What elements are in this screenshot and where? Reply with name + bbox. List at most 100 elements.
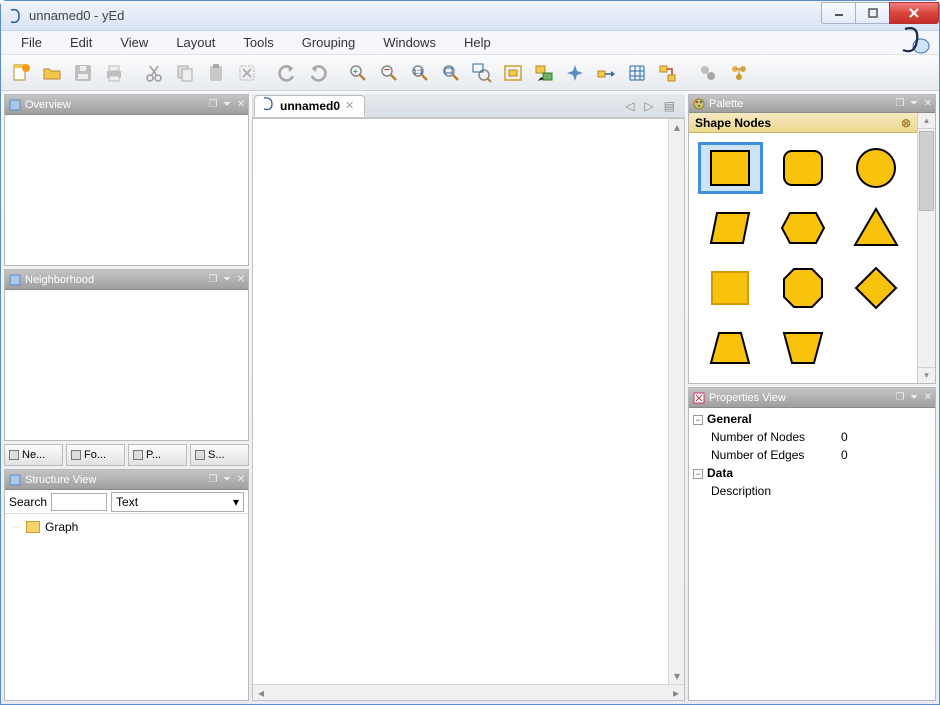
print-icon[interactable] — [100, 59, 128, 87]
shape-round-rectangle[interactable] — [774, 145, 833, 191]
menu-edit[interactable]: Edit — [58, 31, 104, 54]
shape-trapezoid-inverted[interactable] — [774, 325, 833, 371]
shape-parallelogram[interactable] — [701, 205, 760, 251]
next-tab-icon[interactable]: ▷ — [644, 99, 653, 113]
layout-apply-icon[interactable] — [725, 59, 753, 87]
shape-hexagon[interactable] — [774, 205, 833, 251]
structure-search-type-select[interactable]: Text ▾ — [111, 492, 244, 512]
menu-help[interactable]: Help — [452, 31, 503, 54]
cut-icon[interactable] — [140, 59, 168, 87]
graph-canvas[interactable]: ▴ ▾ ◂ ▸ — [252, 118, 685, 701]
left-tab-s[interactable]: S... — [190, 444, 249, 466]
window-minimize-button[interactable] — [821, 2, 855, 24]
tree-root-item[interactable]: ⋯ Graph — [11, 520, 242, 534]
fit-selection-icon[interactable] — [499, 59, 527, 87]
left-tab-p[interactable]: P... — [128, 444, 187, 466]
menu-windows[interactable]: Windows — [371, 31, 448, 54]
prop-group-general[interactable]: −General — [693, 410, 931, 428]
close-tab-icon[interactable]: ✕ — [345, 99, 354, 112]
scroll-down-icon[interactable]: ▾ — [669, 668, 685, 684]
shape-square-bevel[interactable] — [701, 265, 760, 311]
redo-icon[interactable] — [304, 59, 332, 87]
vertical-scrollbar[interactable]: ▴ ▾ — [668, 119, 684, 684]
window-maximize-button[interactable] — [855, 2, 889, 24]
collapse-icon[interactable]: − — [693, 469, 703, 479]
properties-header[interactable]: Properties View ❐ ⏷ ✕ — [689, 388, 935, 408]
panel-undock-icon[interactable]: ❐ — [206, 473, 220, 487]
zoom-out-icon[interactable]: − — [375, 59, 403, 87]
shape-ellipse[interactable] — [846, 145, 905, 191]
copy-icon[interactable] — [171, 59, 199, 87]
palette-icon — [693, 98, 705, 110]
structure-search-input[interactable] — [51, 493, 107, 511]
grid-icon[interactable] — [623, 59, 651, 87]
orthogonal-icon[interactable] — [654, 59, 682, 87]
shape-diamond[interactable] — [846, 265, 905, 311]
snap-icon[interactable] — [592, 59, 620, 87]
prop-group-data[interactable]: −Data — [693, 464, 931, 482]
zoom-area-icon[interactable] — [437, 59, 465, 87]
collapse-icon[interactable]: − — [693, 415, 703, 425]
palette-section-header[interactable]: Shape Nodes ⊗ — [689, 113, 917, 133]
prev-tab-icon[interactable]: ◁ — [625, 99, 634, 113]
overview-header[interactable]: Overview ❐ ⏷ ✕ — [5, 95, 248, 115]
panel-close-icon[interactable]: ✕ — [921, 391, 935, 405]
menu-layout[interactable]: Layout — [164, 31, 227, 54]
prop-label: Number of Edges — [711, 448, 841, 462]
paste-icon[interactable] — [202, 59, 230, 87]
shape-rectangle[interactable] — [701, 145, 760, 191]
scroll-left-icon[interactable]: ◂ — [253, 685, 269, 701]
neighborhood-header[interactable]: Neighborhood ❐ ⏷ ✕ — [5, 270, 248, 290]
panel-pin-icon[interactable]: ⏷ — [220, 473, 234, 487]
delete-icon[interactable] — [233, 59, 261, 87]
scroll-up-icon[interactable]: ▴ — [669, 119, 685, 135]
panel-undock-icon[interactable]: ❐ — [206, 273, 220, 287]
panel-close-icon[interactable]: ✕ — [234, 98, 248, 112]
panel-pin-icon[interactable]: ⏷ — [220, 273, 234, 287]
shape-triangle[interactable] — [846, 205, 905, 251]
panel-close-icon[interactable]: ✕ — [921, 97, 935, 111]
scroll-up-icon[interactable]: ▴ — [918, 113, 935, 129]
window-close-button[interactable] — [889, 2, 939, 24]
structure-header[interactable]: Structure View ❐ ⏷ ✕ — [5, 470, 248, 490]
search-label: Search — [9, 495, 47, 509]
edit-mode-icon[interactable] — [530, 59, 558, 87]
scroll-down-icon[interactable]: ▾ — [918, 367, 935, 383]
prop-value: 0 — [841, 448, 848, 462]
palette-scrollbar[interactable]: ▴ ▾ — [917, 113, 935, 383]
zoom-in-icon[interactable]: + — [344, 59, 372, 87]
menu-grouping[interactable]: Grouping — [290, 31, 367, 54]
previous-icon[interactable] — [694, 59, 722, 87]
save-icon[interactable] — [69, 59, 97, 87]
panel-pin-icon[interactable]: ⏷ — [220, 98, 234, 112]
panel-undock-icon[interactable]: ❐ — [893, 391, 907, 405]
zoom-fit-icon[interactable] — [468, 59, 496, 87]
tree-root-label: Graph — [45, 520, 78, 534]
shape-octagon[interactable] — [774, 265, 833, 311]
left-tab-folder[interactable]: Fo... — [66, 444, 125, 466]
panel-undock-icon[interactable]: ❐ — [893, 97, 907, 111]
zoom-reset-icon[interactable]: 1:1 — [406, 59, 434, 87]
structure-tree[interactable]: ⋯ Graph — [5, 514, 248, 540]
navigation-mode-icon[interactable] — [561, 59, 589, 87]
collapse-section-icon[interactable]: ⊗ — [901, 116, 911, 130]
panel-close-icon[interactable]: ✕ — [234, 473, 248, 487]
menu-file[interactable]: File — [9, 31, 54, 54]
left-tab-neighborhood[interactable]: Ne... — [4, 444, 63, 466]
tab-list-icon[interactable]: ▤ — [664, 99, 675, 113]
menu-view[interactable]: View — [108, 31, 160, 54]
open-file-icon[interactable] — [38, 59, 66, 87]
new-file-icon[interactable] — [7, 59, 35, 87]
palette-header[interactable]: Palette ❐ ⏷ ✕ — [689, 95, 935, 113]
scroll-right-icon[interactable]: ▸ — [668, 685, 684, 701]
horizontal-scrollbar[interactable]: ◂ ▸ — [253, 684, 684, 700]
undo-icon[interactable] — [273, 59, 301, 87]
panel-undock-icon[interactable]: ❐ — [206, 98, 220, 112]
panel-pin-icon[interactable]: ⏷ — [907, 97, 921, 111]
shape-trapezoid[interactable] — [701, 325, 760, 371]
menu-tools[interactable]: Tools — [231, 31, 285, 54]
scrollbar-thumb[interactable] — [919, 131, 934, 211]
document-tab[interactable]: unnamed0 ✕ — [254, 95, 365, 117]
panel-pin-icon[interactable]: ⏷ — [907, 391, 921, 405]
panel-close-icon[interactable]: ✕ — [234, 273, 248, 287]
